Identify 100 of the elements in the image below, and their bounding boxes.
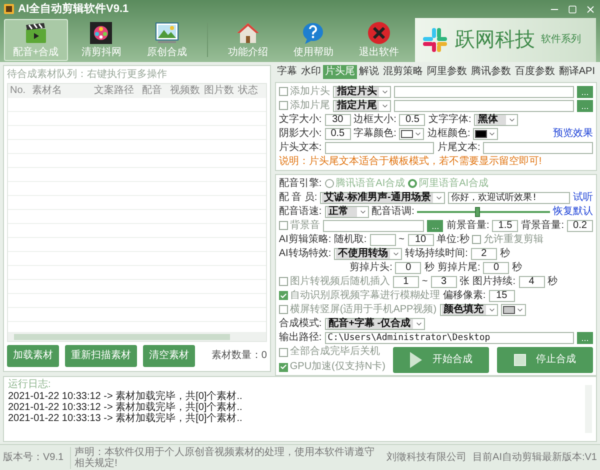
number-field[interactable]: 4 (518, 276, 544, 288)
field-label: 配 音 员: (278, 192, 318, 204)
checkbox[interactable] (278, 101, 288, 110)
dropdown[interactable]: 颜色填充 (440, 304, 498, 316)
field-label: 输出路径: (278, 332, 322, 344)
tab[interactable]: 字幕 (274, 65, 299, 79)
link[interactable]: 预览效果 (553, 128, 593, 140)
field-label: 偏移像素: (442, 290, 486, 302)
checkbox[interactable] (278, 291, 288, 300)
checkbox-label: 添加片尾 (290, 100, 330, 112)
radio-button[interactable] (324, 179, 334, 188)
dropdown[interactable]: 艾诚-标准男声-通用场景 (320, 192, 445, 204)
number-field[interactable]: 0.5 (399, 114, 426, 126)
number-field[interactable]: 1.5 (492, 220, 518, 232)
latest-version-text: 目前AI自动剪辑最新版本:V1 (472, 452, 597, 464)
number-field[interactable]: 10 (408, 234, 434, 246)
tab[interactable]: 百度参数 (512, 65, 557, 79)
tab[interactable]: 翻译API (556, 65, 597, 79)
checkbox[interactable] (278, 362, 288, 372)
company-text: 刘徵科技有限公司 (386, 452, 467, 464)
link[interactable]: 恢复默认 (553, 206, 593, 218)
tab[interactable]: 阿里参数 (424, 65, 469, 79)
field-label: 配音语调: (372, 206, 414, 218)
number-field[interactable]: 2 (470, 248, 497, 260)
number-field[interactable]: 15 (488, 290, 515, 302)
close-icon[interactable] (585, 4, 596, 14)
maximize-icon[interactable] (568, 4, 577, 14)
number-field[interactable]: 1 (392, 276, 419, 288)
number-field[interactable]: 3 (430, 276, 457, 288)
version-text: 版本号：V9.1 (3, 452, 64, 464)
tab[interactable]: 混剪策略 (380, 65, 425, 79)
notice-text: 声明：本软件仅用于个人原创音视频素材的处理，使用本软件请遵守相关规定! (70, 446, 381, 468)
text-field[interactable] (394, 86, 574, 98)
note-text: 说明：片头尾文本适合于横板模式，若不需要显示留空即可! (278, 156, 542, 168)
checkbox[interactable] (278, 305, 288, 314)
radio-label: 阿里语音AI合成 (419, 178, 489, 190)
dropdown[interactable]: 指定片头 (332, 86, 391, 98)
text-field[interactable] (394, 100, 574, 112)
field-label: 剪掉片尾: (437, 262, 480, 274)
field-label: 秒 (500, 248, 510, 260)
tab[interactable]: 解说 (356, 65, 381, 79)
slider[interactable] (417, 206, 550, 218)
field-label: 背景音量: (521, 220, 564, 232)
number-field[interactable]: 0.5 (324, 128, 351, 140)
color-picker[interactable] (473, 128, 498, 140)
checkbox-label: 横屏转竖屏(适用于手机APP视频) (290, 304, 437, 316)
landscape-picture-icon (155, 21, 180, 45)
checkbox-label: 图片转视频后随机插入 (290, 276, 390, 288)
field-label: 前景音量: (446, 220, 490, 232)
link[interactable]: 试听 (573, 192, 593, 204)
text-field[interactable]: C:\Users\Administrator\Desktop (324, 332, 574, 344)
dropdown[interactable]: 配音+字幕 -仅合成 (324, 318, 425, 330)
checkbox-label: 全部合成完毕后关机 (290, 346, 380, 358)
checkbox[interactable] (278, 348, 288, 356)
color-picker[interactable] (399, 128, 424, 140)
field-label: ~ (398, 234, 405, 246)
number-field[interactable]: 30 (324, 114, 351, 126)
app-icon (4, 4, 14, 14)
checkbox-label: 自动识别原视频字幕进行模糊处理 (290, 290, 440, 302)
number-field[interactable]: 0.2 (567, 220, 593, 232)
number-field[interactable]: 0 (483, 262, 510, 274)
field-label: 文字字体: (428, 114, 472, 126)
text-field[interactable]: 你好，欢迎试听效果! (448, 192, 570, 204)
scrollbar[interactable] (8, 332, 266, 341)
checkbox[interactable] (278, 87, 288, 96)
checkbox-label: GPU加速(仅支持N卡) (290, 361, 386, 373)
log-line: 2021-01-22 10:33:13 -> 素材加载完毕，共[0]个素材.. (8, 413, 244, 424)
checkbox[interactable] (278, 277, 288, 286)
number-field[interactable] (370, 234, 396, 246)
field-label: 合成模式: (278, 318, 322, 330)
tab[interactable]: 腾讯参数 (468, 65, 513, 79)
logo-icon (420, 26, 449, 54)
dropdown[interactable]: 不使用转场 (334, 248, 402, 260)
field-label: 文字大小: (278, 114, 322, 126)
field-label: 边框颜色: (427, 128, 470, 140)
field-label: 边框大小: (354, 114, 396, 126)
slider-thumb[interactable] (475, 206, 480, 216)
field-label: 剪掉片头: (350, 262, 392, 274)
field-label: 图片持续: (472, 276, 516, 288)
checkbox[interactable] (278, 221, 288, 230)
color-picker[interactable] (500, 304, 526, 316)
field-label: 片头文本: (278, 142, 322, 154)
dropdown[interactable]: 黑体 (474, 114, 518, 126)
dropdown[interactable]: 正常 (324, 206, 369, 218)
text-field[interactable] (483, 142, 593, 154)
close-icon (367, 21, 392, 45)
brand-name: 跃网科技 (454, 29, 535, 51)
radio-button[interactable] (408, 179, 418, 188)
field-label: 转场持续时间: (405, 248, 468, 260)
field-label: 配音引擎: (278, 178, 322, 190)
field-label: AI剪辑策略: 随机取: (278, 234, 367, 246)
tab[interactable]: 水印 (298, 65, 323, 79)
number-field[interactable]: 0 (395, 262, 422, 274)
checkbox[interactable] (472, 235, 482, 244)
clapperboard-icon (24, 21, 48, 45)
field-label: 配音语速: (278, 206, 322, 218)
text-field[interactable] (322, 220, 424, 232)
text-field[interactable] (324, 142, 434, 154)
log-line: 2021-01-22 10:33:12 -> 素材加载完毕，共[0]个素材.. (8, 391, 244, 402)
dropdown[interactable]: 指定片尾 (332, 100, 391, 112)
